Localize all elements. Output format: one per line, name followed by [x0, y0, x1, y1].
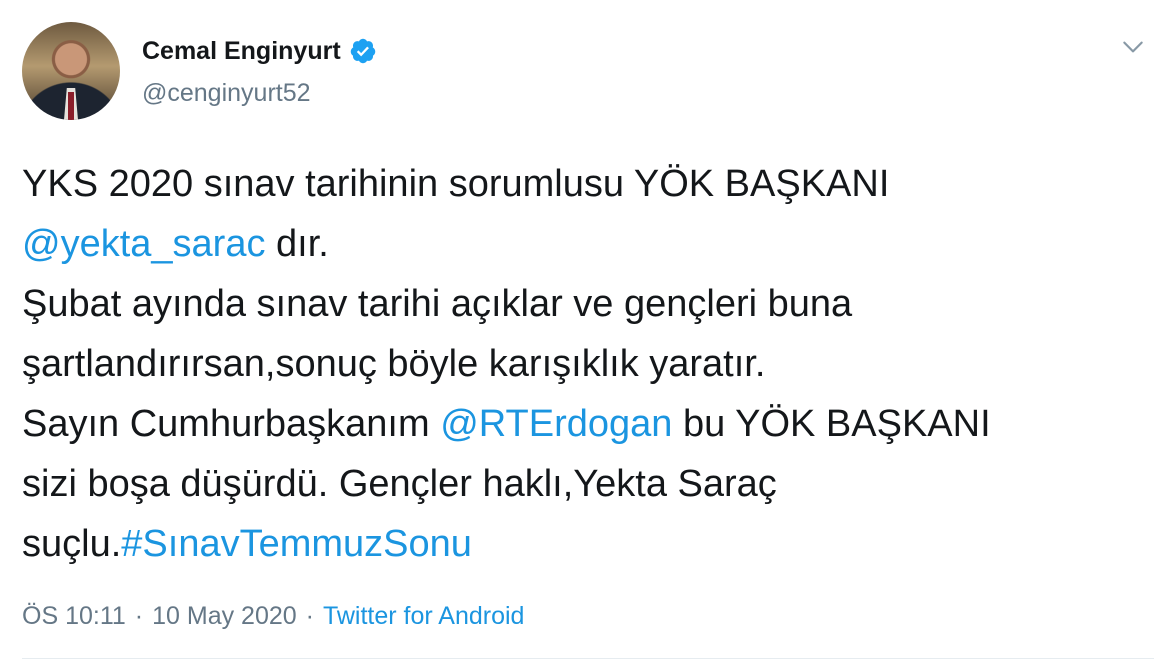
tweet-line: şartlandırırsan,sonuç böyle karışıklık y… [22, 334, 1162, 394]
tweet-time[interactable]: ÖS 10:11 [22, 600, 126, 632]
tweet-text-segment: bu YÖK BAŞKANI [672, 403, 991, 445]
display-name[interactable]: Cemal Enginyurt [142, 36, 341, 66]
tweet-text-segment: Şubat ayında sınav tarihi açıklar ve gen… [22, 283, 853, 325]
meta-separator: · [134, 602, 144, 630]
mention-link[interactable]: @yekta_sarac [22, 223, 265, 265]
tweet-text: YKS 2020 sınav tarihinin sorumlusu YÖK B… [22, 154, 1162, 574]
avatar-tie [68, 92, 74, 120]
tweet-text-segment: sizi boşa düşürdü. Gençler haklı,Yekta S… [22, 463, 777, 505]
name-row: Cemal Enginyurt [142, 36, 377, 66]
tweet-line: YKS 2020 sınav tarihinin sorumlusu YÖK B… [22, 154, 1162, 214]
tweet-text-segment: YKS 2020 sınav tarihinin sorumlusu YÖK B… [22, 163, 890, 205]
tweet-text-segment: suçlu. [22, 523, 122, 565]
tweet-line: @yekta_sarac dır. [22, 214, 1162, 274]
hashtag-link[interactable]: #SınavTemmuzSonu [121, 523, 472, 565]
mention-link[interactable]: @RTErdogan [440, 403, 672, 445]
avatar[interactable] [22, 22, 120, 120]
tweet-text-segment: Sayın Cumhurbaşkanım [22, 403, 441, 445]
tweet-date[interactable]: 10 May 2020 [152, 600, 297, 632]
tweet-line: sizi boşa düşürdü. Gençler haklı,Yekta S… [22, 454, 1162, 514]
chevron-down-icon[interactable] [1120, 34, 1146, 60]
tweet-text-segment: şartlandırırsan,sonuç böyle karışıklık y… [22, 343, 766, 385]
tweet-line: Şubat ayında sınav tarihi açıklar ve gen… [22, 274, 1162, 334]
user-handle[interactable]: @cenginyurt52 [142, 78, 311, 108]
divider [22, 658, 1154, 659]
tweet-text-segment: dır. [265, 223, 329, 265]
verified-badge-icon [350, 38, 375, 64]
tweet-card: Cemal Enginyurt @cenginyurt52 YKS 2020 s… [0, 0, 1176, 666]
tweet-header: Cemal Enginyurt @cenginyurt52 [22, 22, 1152, 120]
tweet-meta: ÖS 10:11 · 10 May 2020 · Twitter for And… [22, 600, 524, 632]
tweet-line: Sayın Cumhurbaşkanım @RTErdogan bu YÖK B… [22, 394, 1162, 454]
tweet-source-link[interactable]: Twitter for Android [323, 600, 524, 632]
meta-separator: · [305, 602, 314, 630]
tweet-line: suçlu.#SınavTemmuzSonu [22, 514, 1162, 574]
